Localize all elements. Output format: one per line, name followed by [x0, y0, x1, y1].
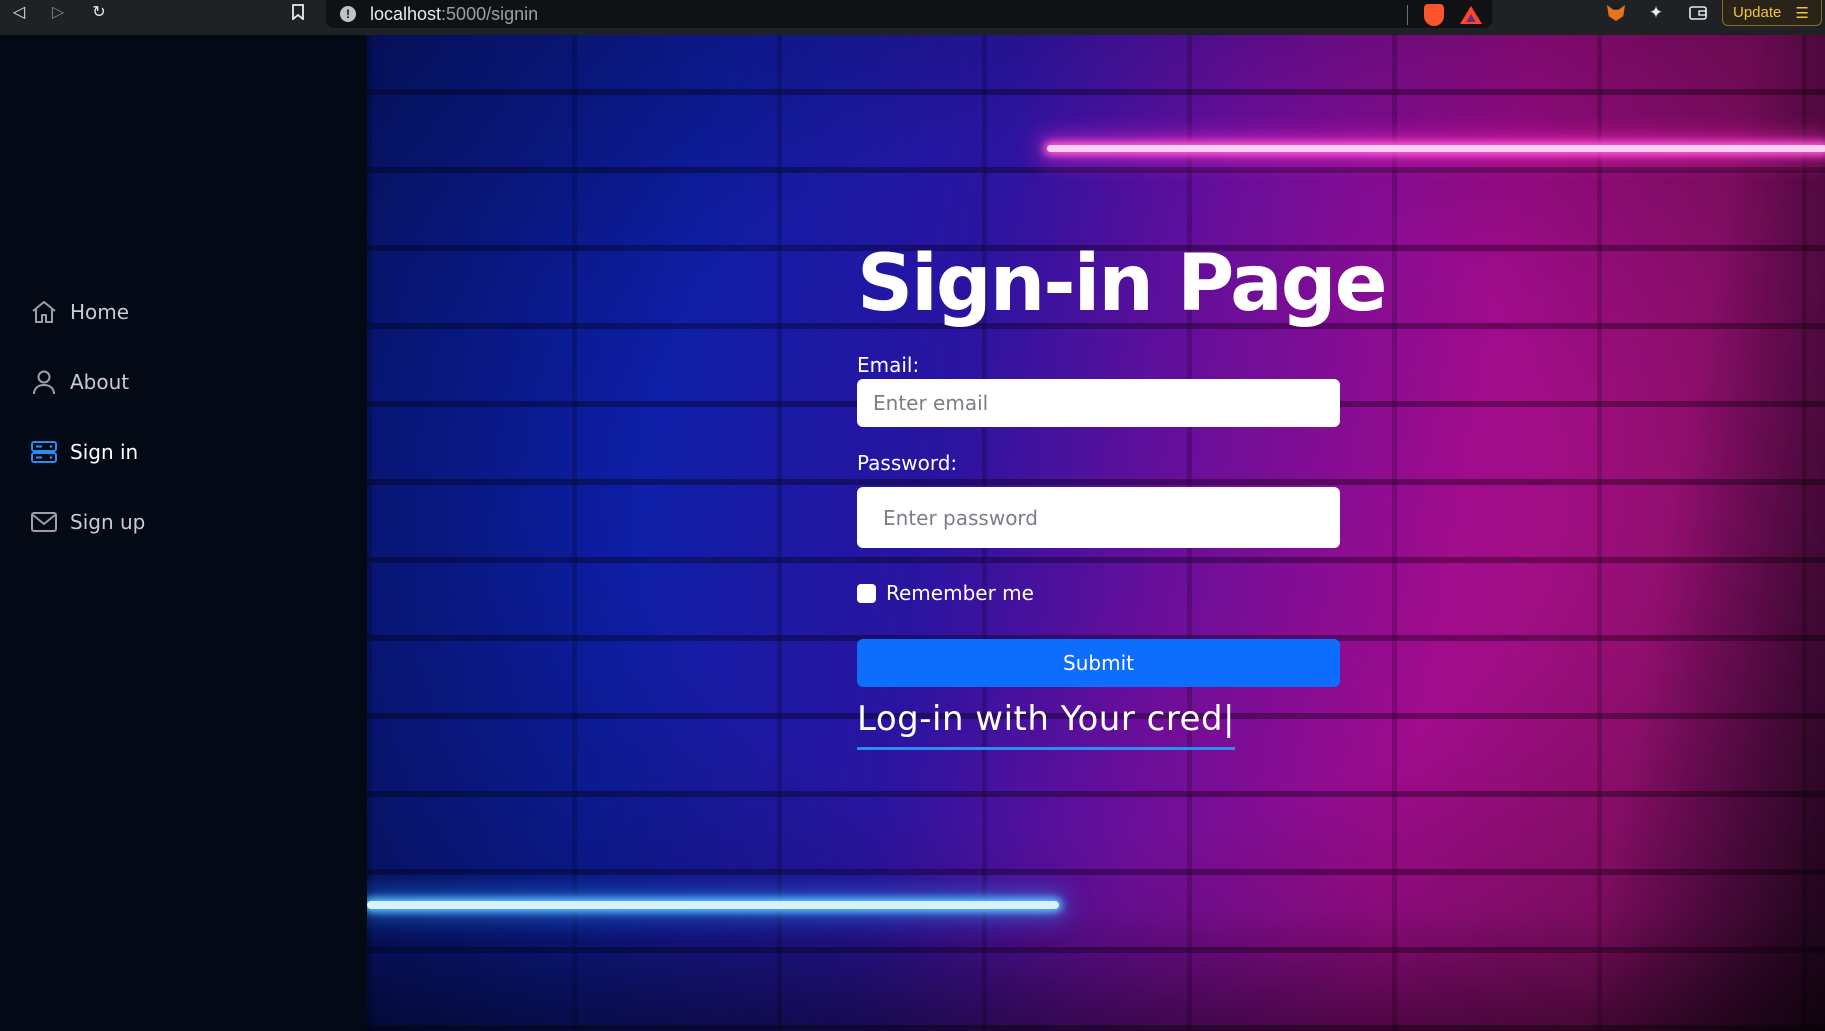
site-info-icon[interactable]: ! [340, 6, 356, 22]
update-button[interactable]: Update ☰ [1722, 0, 1822, 26]
brave-rewards-icon[interactable] [1460, 6, 1482, 24]
menu-icon: ☰ [1795, 4, 1809, 22]
neon-light-blue [367, 901, 1059, 909]
sidebar-item-label: Home [70, 300, 130, 324]
sidebar-item-signin[interactable]: Sign in [30, 438, 138, 466]
bookmark-icon[interactable] [283, 0, 313, 24]
sidebar-item-signup[interactable]: Sign up [30, 508, 145, 536]
server-icon [31, 441, 57, 463]
remember-me: Remember me [857, 581, 1034, 605]
wallet-icon[interactable] [1685, 2, 1711, 24]
forward-icon[interactable]: ▷ [43, 0, 73, 24]
password-label: Password: [857, 451, 958, 475]
browser-toolbar: ◁ ▷ ↻ ! localhost:5000/signin ✦ Update ☰ [0, 0, 1825, 35]
sidebar: Home About Sign in Sign up [0, 35, 367, 1031]
sidebar-item-label: Sign in [70, 440, 139, 464]
address-divider [1407, 5, 1408, 25]
home-icon [32, 301, 56, 323]
metamask-icon[interactable] [1603, 2, 1629, 24]
sidebar-item-label: Sign up [70, 510, 146, 534]
address-bar[interactable]: ! localhost:5000/signin [326, 0, 1492, 28]
password-field[interactable] [857, 487, 1340, 548]
neon-light-pink [1047, 145, 1825, 152]
remember-checkbox[interactable] [857, 583, 876, 603]
typing-text: Log-in with Your cred| [857, 699, 1236, 750]
url-text: localhost:5000/signin [370, 3, 539, 24]
back-icon[interactable]: ◁ [4, 0, 34, 24]
brave-shields-icon[interactable] [1424, 4, 1444, 26]
page-title: Sign-in Page [857, 239, 1388, 329]
email-field[interactable] [857, 379, 1340, 427]
sidebar-item-about[interactable]: About [30, 368, 129, 396]
signin-form: Sign-in Page Email: Password: Remember m… [857, 239, 1388, 750]
extensions-icon[interactable]: ✦ [1643, 2, 1669, 24]
remember-label: Remember me [886, 581, 1034, 605]
reload-icon[interactable]: ↻ [84, 0, 114, 24]
mail-icon [31, 512, 57, 532]
email-label: Email: [857, 353, 920, 377]
sidebar-item-home[interactable]: Home [30, 298, 129, 326]
user-icon [33, 370, 55, 395]
submit-button[interactable]: Submit [857, 639, 1340, 687]
background-shade [367, 911, 1825, 1031]
sidebar-item-label: About [70, 370, 130, 394]
